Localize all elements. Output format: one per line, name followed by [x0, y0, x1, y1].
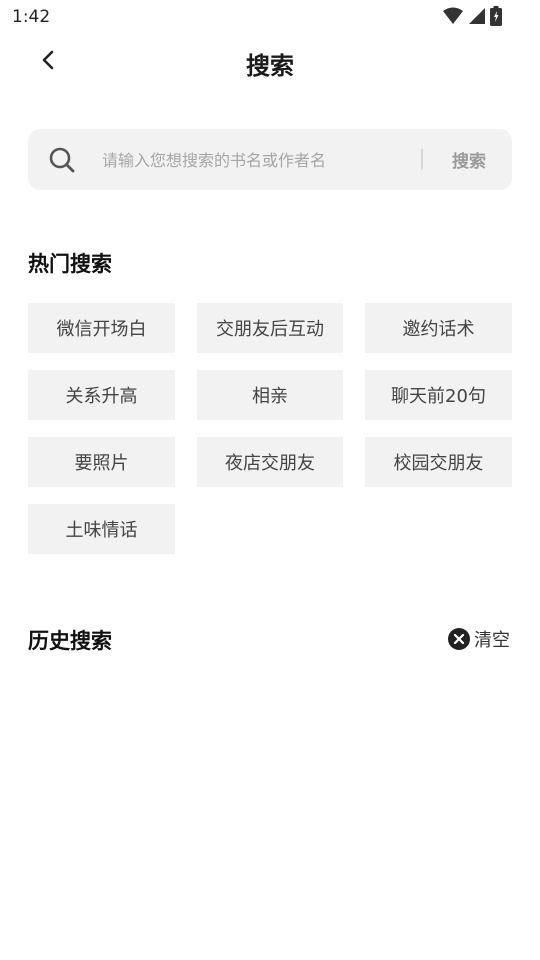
clear-history-label: 清空	[474, 630, 510, 651]
status-icons	[442, 6, 502, 30]
search-divider	[421, 149, 423, 170]
nav-bar: 搜索	[0, 34, 540, 90]
hot-tag[interactable]: 相亲	[197, 370, 343, 420]
status-time: 1:42	[12, 7, 51, 27]
battery-icon	[490, 6, 502, 30]
hot-tag[interactable]: 邀约话术	[365, 303, 512, 353]
status-bar: 1:42	[0, 0, 540, 34]
search-button[interactable]: 搜索	[438, 147, 500, 173]
hot-tag[interactable]: 微信开场白	[28, 303, 175, 353]
wifi-icon	[442, 7, 464, 29]
search-input[interactable]	[100, 144, 414, 176]
clear-history-button[interactable]: 清空	[448, 626, 510, 652]
hot-search-title: 热门搜索	[28, 252, 112, 276]
close-circle-icon	[448, 628, 470, 650]
hot-tag[interactable]: 要照片	[28, 437, 175, 487]
signal-icon	[468, 7, 486, 29]
hot-tag[interactable]: 夜店交朋友	[197, 437, 343, 487]
hot-tag[interactable]: 土味情话	[28, 504, 175, 554]
hot-tag[interactable]: 关系升高	[28, 370, 175, 420]
hot-tag[interactable]: 校园交朋友	[365, 437, 512, 487]
page-title: 搜索	[246, 52, 294, 80]
hot-tag[interactable]: 聊天前20句	[365, 370, 512, 420]
search-box: 搜索	[28, 129, 512, 190]
hot-tag[interactable]: 交朋友后互动	[197, 303, 343, 353]
search-icon	[48, 146, 76, 174]
history-search-title: 历史搜索	[28, 629, 112, 653]
